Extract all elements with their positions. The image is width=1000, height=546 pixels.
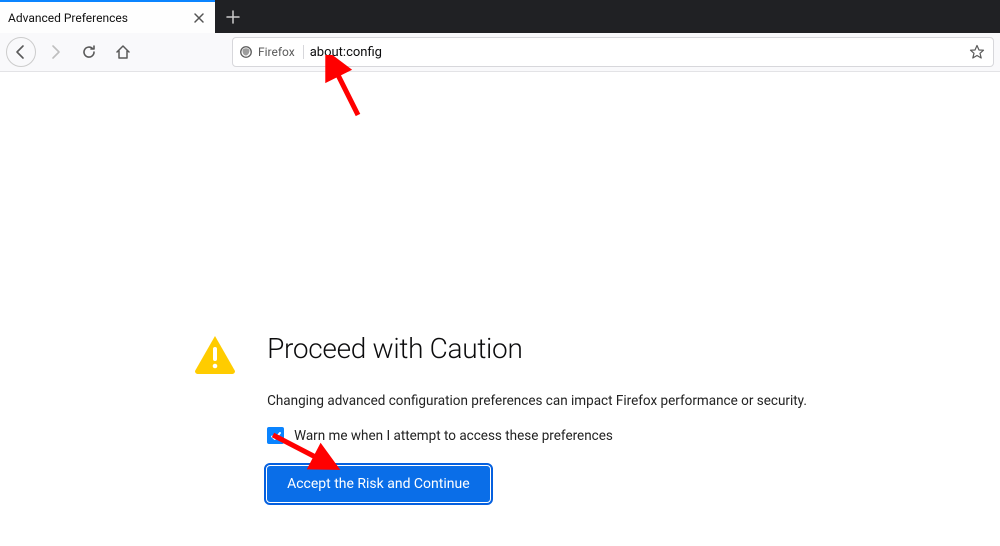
warn-checkbox[interactable] [267,427,284,444]
home-button[interactable] [108,37,138,67]
firefox-brand-icon [239,45,253,59]
url-text: about:config [310,45,961,60]
tab-title: Advanced Preferences [8,11,191,25]
tab-bar: Advanced Preferences [0,0,1000,33]
forward-button [40,37,70,67]
url-bar[interactable]: Firefox about:config [232,37,994,67]
page-content: Proceed with Caution Changing advanced c… [0,72,1000,502]
bookmark-star-icon[interactable] [967,44,987,60]
warning-text: Changing advanced configuration preferen… [267,393,807,409]
reload-button[interactable] [74,37,104,67]
back-button[interactable] [6,37,36,67]
site-identity-label: Firefox [258,45,295,59]
accept-risk-button[interactable]: Accept the Risk and Continue [267,466,490,502]
warning-body: Proceed with Caution Changing advanced c… [267,332,807,502]
warning-triangle-icon [193,334,237,378]
warning-heading: Proceed with Caution [267,332,807,365]
warn-checkbox-label: Warn me when I attempt to access these p… [294,428,613,444]
new-tab-button[interactable] [215,0,251,33]
close-icon[interactable] [191,10,207,26]
active-tab[interactable]: Advanced Preferences [0,0,215,33]
browser-chrome: Advanced Preferences Firefox [0,0,1000,72]
nav-bar: Firefox about:config [0,33,1000,72]
warning-block: Proceed with Caution Changing advanced c… [193,332,807,502]
site-identity[interactable]: Firefox [239,45,304,59]
warn-checkbox-row[interactable]: Warn me when I attempt to access these p… [267,427,807,444]
